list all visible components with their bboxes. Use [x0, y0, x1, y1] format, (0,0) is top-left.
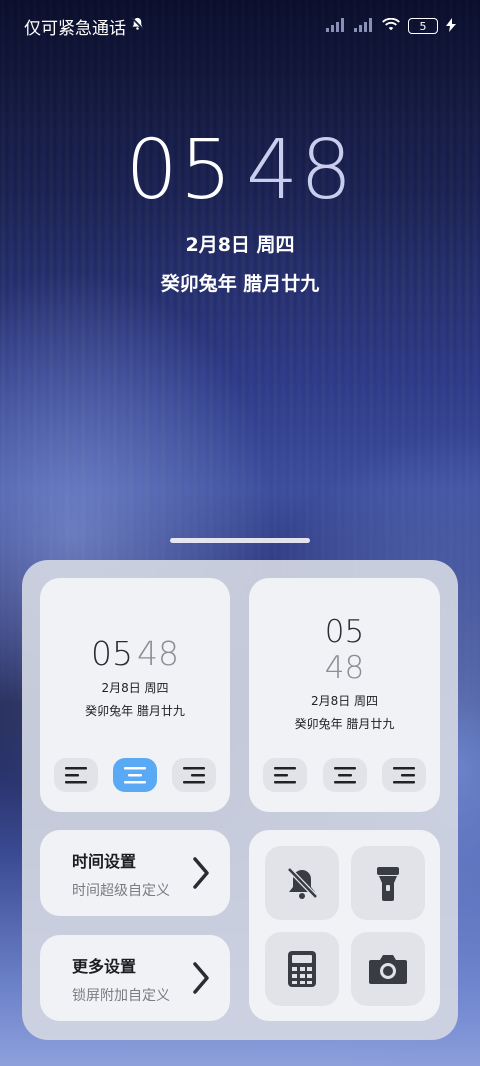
mini-clock-hours: 05 [324, 614, 365, 650]
clock-date: 2月8日 周四 [185, 234, 295, 256]
mini-clock-hours: 05 [91, 634, 133, 673]
mini-clock-lunar: 癸卯兔年 腊月廿九 [85, 704, 185, 718]
mini-clock-minutes: 48 [137, 634, 179, 673]
mini-clock-time: 05 48 [249, 614, 440, 686]
chevron-right-icon [193, 857, 209, 889]
clock-style-card-horizontal[interactable]: 05 48 2月8日 周四 癸卯兔年 腊月廿九 [40, 578, 230, 812]
align-left-button[interactable] [54, 758, 98, 792]
mini-clock-date: 2月8日 周四 [310, 694, 379, 708]
alignment-selector [54, 758, 216, 792]
align-left-button[interactable] [263, 758, 307, 792]
wifi-icon [382, 17, 400, 36]
clock-minutes: 48 [246, 123, 355, 218]
align-right-button[interactable] [172, 758, 216, 792]
camera-icon [369, 955, 407, 984]
clock-time: 05 48 [0, 130, 480, 212]
align-center-button[interactable] [113, 758, 157, 792]
carrier-label: 仅可紧急通话 [24, 18, 126, 39]
more-settings-button[interactable]: 更多设置 锁屏附加自定义 [40, 935, 230, 1021]
align-right-button[interactable] [382, 758, 426, 792]
align-right-icon [183, 767, 205, 784]
align-center-button[interactable] [322, 758, 367, 792]
align-center-icon [333, 767, 356, 784]
align-left-icon [274, 767, 296, 784]
battery-icon: 5 [408, 18, 438, 34]
chevron-right-icon [193, 962, 209, 994]
mini-clock-date: 2月8日 周四 [101, 681, 169, 695]
mute-bell-icon [130, 16, 145, 36]
status-bar: 仅可紧急通话 5 [24, 12, 456, 40]
calculator-icon [288, 951, 316, 987]
mute-toggle-button[interactable] [265, 846, 339, 920]
camera-button[interactable] [351, 932, 425, 1006]
mute-bell-icon [287, 867, 318, 899]
carrier-text: 仅可紧急通话 [24, 14, 145, 39]
mini-clock-time: 05 48 [40, 634, 230, 673]
signal-icon [326, 17, 346, 36]
panel-drag-handle[interactable] [170, 538, 310, 543]
calculator-button[interactable] [265, 932, 339, 1006]
time-settings-button[interactable]: 时间设置 时间超级自定义 [40, 830, 230, 916]
align-center-icon [124, 767, 146, 784]
signal-icon [354, 17, 374, 36]
lockscreen-clock: 05 48 2月8日 周四 癸卯兔年 腊月廿九 [0, 130, 480, 296]
lockscreen-edit-panel: 05 48 2月8日 周四 癸卯兔年 腊月廿九 05 48 2月8日 周四 癸卯兔… [22, 560, 458, 1040]
flashlight-button[interactable] [351, 846, 425, 920]
alignment-selector [263, 758, 426, 792]
clock-lunar-date: 癸卯兔年 腊月廿九 [160, 273, 320, 295]
align-right-icon [393, 767, 415, 784]
mini-clock-lunar: 癸卯兔年 腊月廿九 [294, 717, 395, 731]
charging-icon [446, 17, 456, 36]
quick-actions-card [249, 830, 440, 1021]
battery-level: 5 [419, 19, 427, 33]
flashlight-icon [377, 867, 399, 901]
clock-style-card-vertical[interactable]: 05 48 2月8日 周四 癸卯兔年 腊月廿九 [249, 578, 440, 812]
mini-clock-minutes: 48 [324, 650, 365, 686]
clock-hours: 05 [125, 123, 234, 218]
align-left-icon [65, 767, 87, 784]
